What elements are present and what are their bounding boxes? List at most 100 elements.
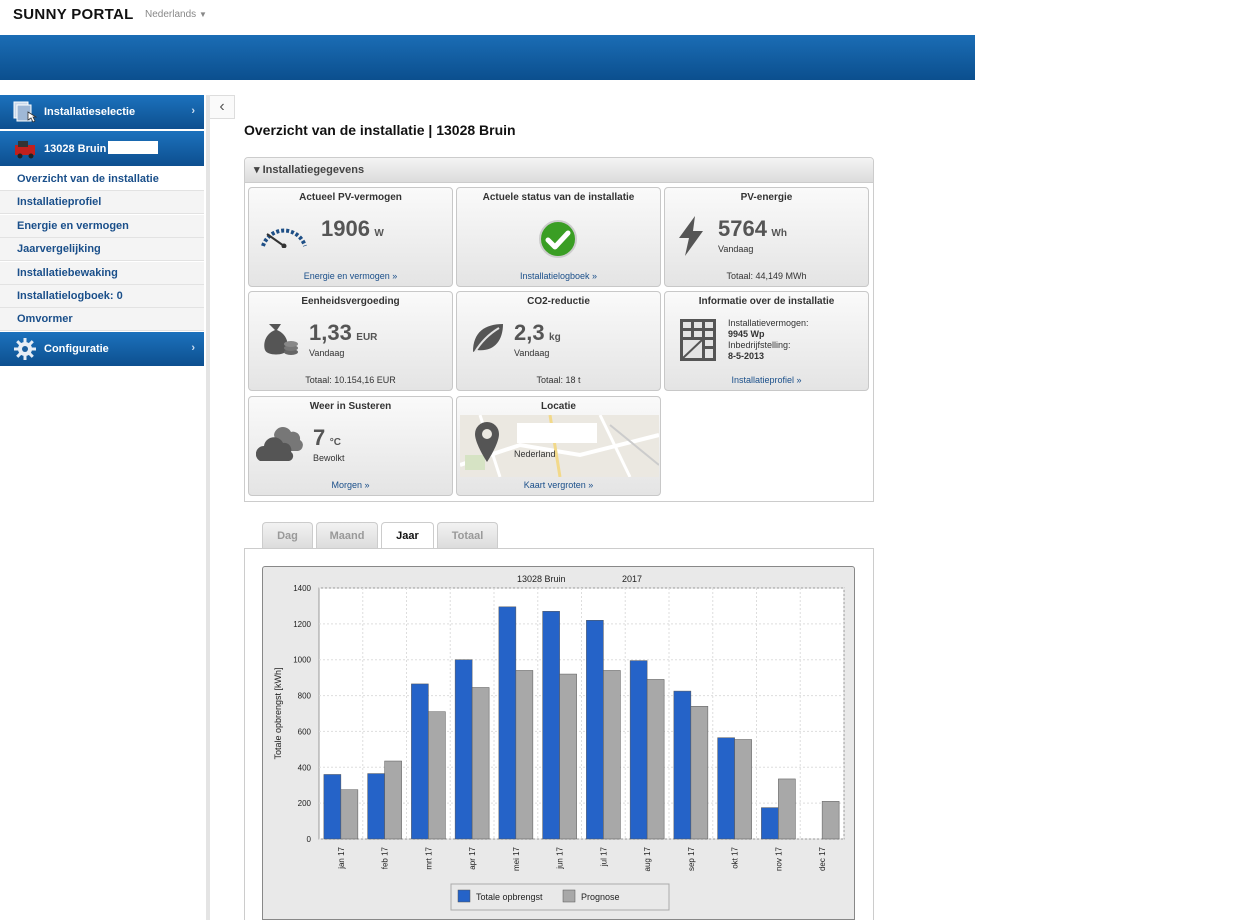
co2-value: 2,3	[514, 320, 545, 345]
weather-sub: Bewolkt	[313, 453, 345, 463]
bar-1	[778, 778, 796, 840]
sidebar-item-omvormer[interactable]: Omvormer	[0, 308, 204, 331]
compensation-unit: EUR	[356, 332, 378, 343]
bar-1	[559, 673, 577, 840]
legend-label: Totale opbrengst	[476, 892, 543, 902]
bar-1	[734, 739, 752, 840]
tab-dag[interactable]: Dag	[262, 522, 313, 548]
gauge-icon	[259, 218, 309, 253]
info-capacity-label: Installatievermogen:	[728, 318, 809, 328]
y-tick-label: 800	[298, 692, 312, 701]
language-selector[interactable]: Nederlands ▼	[145, 9, 207, 20]
solar-panel-icon	[679, 318, 717, 367]
bar-0	[717, 737, 735, 840]
weather-temp: 7	[313, 425, 326, 450]
y-tick-label: 0	[307, 835, 312, 844]
tile-title: PV-energie	[740, 192, 793, 203]
lightning-icon	[677, 216, 705, 261]
location-country: Nederland	[514, 449, 556, 459]
bar-0	[673, 690, 692, 840]
bar-0	[411, 683, 429, 840]
link-installatielogboek[interactable]: Installatielogboek »	[457, 271, 660, 281]
panel-header[interactable]: ▾ Installatiegegevens	[245, 158, 873, 183]
tab-maand[interactable]: Maand	[316, 522, 378, 548]
bar-1	[690, 706, 709, 840]
legend-swatch	[562, 889, 576, 903]
link-morgen[interactable]: Morgen »	[249, 480, 452, 490]
sidebar-item-installatieprofiel[interactable]: Installatieprofiel	[0, 191, 204, 214]
sidebar-item-energie[interactable]: Energie en vermogen	[0, 215, 204, 238]
sidebar-installatieselectie[interactable]: Installatieselectie ›	[0, 95, 204, 129]
tab-jaar[interactable]: Jaar	[381, 522, 434, 549]
pv-power-value: 1906	[321, 216, 370, 241]
bar-1	[515, 670, 534, 840]
y-axis-label: Totale opbrengst [kWh]	[273, 667, 283, 759]
info-commission-label: Inbedrijfstelling:	[728, 340, 791, 350]
yield-chart: 13028 Bruin 2017 0 200 400 600 800 1000 1200 1400…	[273, 574, 845, 911]
pv-energy-sub: Vandaag	[718, 244, 754, 254]
bar-1	[428, 711, 446, 840]
brand-logo[interactable]: SUNNY PORTAL	[13, 6, 134, 23]
x-tick-label: jun 17	[556, 846, 565, 869]
x-tick-label: feb 17	[381, 846, 390, 869]
pv-energy-total: Totaal: 44,149 MWh	[726, 271, 807, 281]
tile-co2: CO2-reductie 2,3 kg Vandaag Totaal: 18 t	[456, 291, 661, 391]
tile-compensation: Eenheidsvergoeding 1,33 EUR Vandaag Tota…	[248, 291, 453, 391]
bar-1	[821, 801, 840, 840]
tile-info: Informatie over de installatie Installat…	[664, 291, 869, 391]
link-kaart-vergroten[interactable]: Kaart vergroten »	[457, 480, 660, 490]
bar-0	[629, 660, 648, 840]
sidebar-item-logboek[interactable]: Installatielogboek: 0	[0, 285, 204, 308]
bar-1	[471, 687, 490, 840]
collapse-sidebar-button[interactable]: ‹	[210, 95, 235, 119]
gear-icon	[13, 337, 37, 364]
info-capacity-value: 9945 Wp	[728, 329, 765, 339]
sidebar-item-jaarvergelijking[interactable]: Jaarvergelijking	[0, 238, 204, 261]
x-tick-label: aug 17	[643, 846, 652, 871]
status-ok-icon	[538, 219, 578, 264]
sidebar-item-overzicht[interactable]: Overzicht van de installatie	[0, 168, 204, 191]
plant-icon	[13, 139, 39, 162]
header-banner	[0, 35, 975, 80]
co2-unit: kg	[549, 332, 561, 343]
tile-status: Actuele status van de installatie Instal…	[456, 187, 661, 287]
y-tick-label: 400	[298, 763, 312, 772]
tile-weather: Weer in Susteren 7 °C Bewolkt Morgen »	[248, 396, 453, 496]
x-tick-label: mrt 17	[424, 846, 433, 869]
x-tick-label: jul 17	[599, 846, 608, 867]
cloud-icon	[255, 421, 306, 468]
bar-1	[384, 760, 402, 840]
co2-total: Totaal: 18 t	[536, 375, 581, 385]
weather-unit: °C	[329, 437, 341, 448]
sidebar-item-bewaking[interactable]: Installatiebewaking	[0, 262, 204, 285]
sidebar-installatieselectie-label: Installatieselectie	[44, 106, 136, 118]
compensation-total: Totaal: 10.154,16 EUR	[305, 375, 396, 385]
tile-title: Informatie over de installatie	[698, 296, 835, 307]
tile-title: Locatie	[540, 401, 576, 412]
compensation-sub: Vandaag	[309, 348, 345, 358]
tab-totaal[interactable]: Totaal	[437, 522, 498, 548]
x-tick-label: apr 17	[468, 846, 477, 869]
money-bag-icon	[261, 318, 299, 363]
sidebar-configuratie[interactable]: Configuratie ›	[0, 332, 204, 366]
leaf-icon	[469, 320, 505, 361]
plant-selection-icon	[13, 100, 38, 127]
top-bar: SUNNY PORTAL Nederlands ▼	[0, 0, 975, 35]
pv-energy-value: 5764	[718, 216, 767, 241]
x-tick-label: dec 17	[818, 846, 827, 871]
tile-title: Eenheidsvergoeding	[301, 296, 400, 307]
link-energie-vermogen[interactable]: Energie en vermogen »	[249, 271, 452, 281]
co2-sub: Vandaag	[514, 348, 550, 358]
link-installatieprofiel[interactable]: Installatieprofiel »	[665, 375, 868, 385]
y-tick-label: 200	[298, 799, 312, 808]
bar-0	[586, 620, 604, 840]
bar-0	[323, 774, 342, 840]
x-tick-label: okt 17	[731, 846, 740, 868]
chart-title: 13028 Bruin	[517, 574, 566, 584]
map-pin-icon	[474, 421, 500, 468]
bar-1	[340, 789, 359, 840]
pv-energy-unit: Wh	[771, 228, 787, 239]
sidebar-plant[interactable]: 13028 Bruin	[0, 131, 204, 166]
chevron-right-icon: ›	[191, 342, 195, 354]
redacted-block	[517, 423, 597, 443]
